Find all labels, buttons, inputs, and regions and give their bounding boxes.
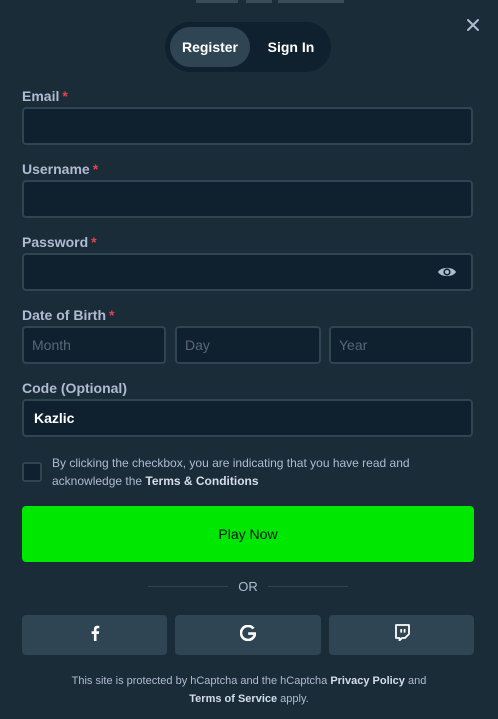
required-mark: * xyxy=(109,307,115,323)
username-label: Username * xyxy=(22,161,99,177)
password-field[interactable] xyxy=(22,253,473,291)
twitch-icon xyxy=(394,624,410,646)
email-label: Email * xyxy=(22,88,68,104)
terms-text: By clicking the checkbox, you are indica… xyxy=(52,456,410,488)
tab-register[interactable]: Register xyxy=(170,27,250,67)
required-mark: * xyxy=(92,161,99,177)
code-field[interactable]: Kazlic xyxy=(22,399,473,437)
facebook-login-button[interactable] xyxy=(22,615,167,655)
top-strip xyxy=(0,0,498,3)
terms-of-service-link[interactable]: Terms of Service xyxy=(189,693,277,705)
required-mark: * xyxy=(91,234,97,250)
email-field[interactable] xyxy=(22,107,473,145)
facebook-icon xyxy=(90,625,100,646)
eye-icon[interactable] xyxy=(437,265,457,279)
dob-day-input[interactable]: Day xyxy=(175,326,321,364)
twitch-login-button[interactable] xyxy=(329,615,474,655)
captcha-notice: This site is protected by hCaptcha and t… xyxy=(71,675,427,705)
terms-checkbox[interactable] xyxy=(22,462,42,482)
google-icon xyxy=(239,624,257,646)
auth-tabs: Register Sign In xyxy=(165,22,331,72)
privacy-policy-link[interactable]: Privacy Policy xyxy=(330,675,405,687)
or-label: OR xyxy=(238,579,258,594)
dob-year-input[interactable]: Year xyxy=(329,326,473,364)
password-label: Password * xyxy=(22,234,97,250)
dob-month-input[interactable]: Month xyxy=(22,326,166,364)
tab-sign-in[interactable]: Sign In xyxy=(256,27,326,67)
or-divider: OR xyxy=(148,579,348,594)
username-field[interactable] xyxy=(22,180,473,218)
divider-line xyxy=(148,586,229,587)
play-now-button[interactable]: Play Now xyxy=(22,506,474,562)
code-label: Code (Optional) xyxy=(22,380,127,396)
google-login-button[interactable] xyxy=(175,615,321,655)
required-mark: * xyxy=(62,88,68,104)
divider-line xyxy=(267,586,348,587)
terms-link[interactable]: Terms & Conditions xyxy=(145,474,258,488)
dob-label: Date of Birth * xyxy=(22,307,115,323)
close-icon[interactable] xyxy=(464,16,482,34)
register-modal: Register Sign In Email * Username * Passwo… xyxy=(0,0,498,719)
